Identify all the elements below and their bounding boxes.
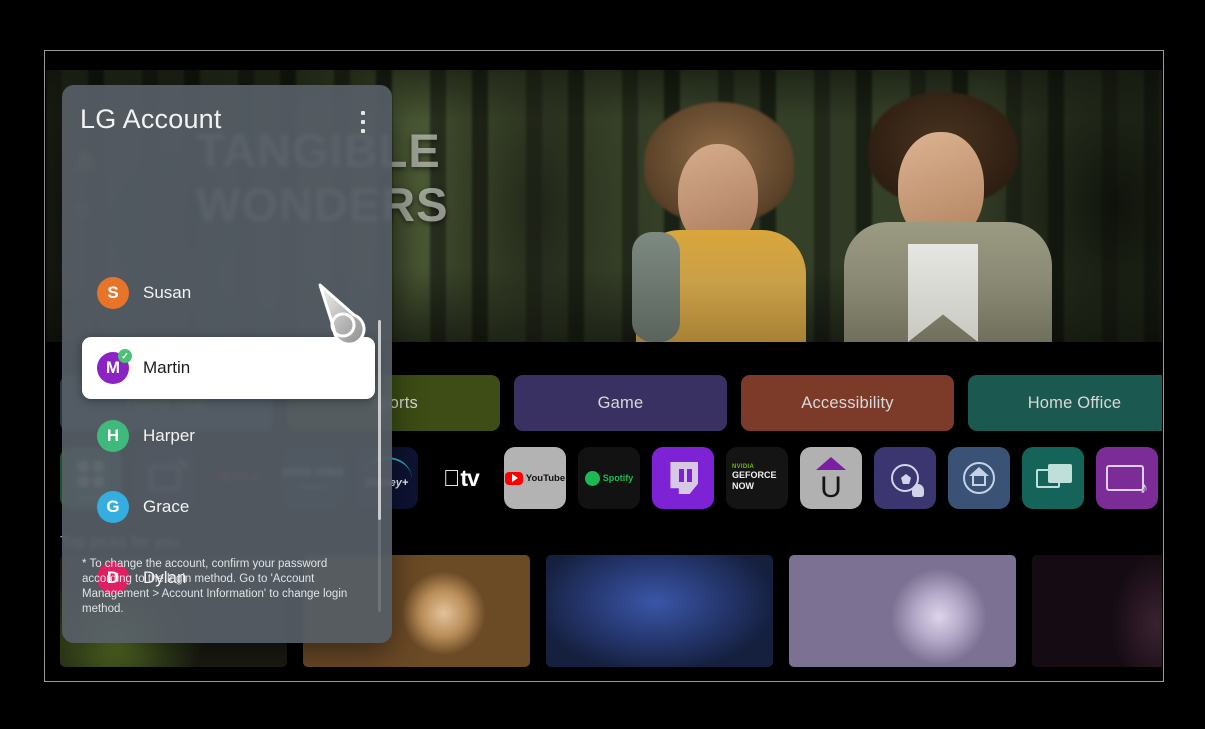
avatar: M ✓ <box>97 349 132 384</box>
category-tile-accessibility[interactable]: Accessibility <box>741 375 954 431</box>
category-label: Accessibility <box>801 393 894 412</box>
avatar-initial: H <box>106 426 120 445</box>
avatar-initial: G <box>106 497 120 516</box>
account-row-harper[interactable]: H Harper <box>82 409 374 463</box>
account-list-scrollbar[interactable] <box>378 320 381 612</box>
app-tile-youtube[interactable]: YouTube <box>504 447 566 509</box>
account-name: Susan <box>143 283 192 302</box>
music-note-icon: ♪ <box>1140 480 1148 497</box>
app-label: YouTube <box>525 472 566 484</box>
avatar-initial: S <box>107 283 119 302</box>
youtube-play-icon <box>504 471 523 485</box>
bell-badge-icon <box>912 484 924 497</box>
app-tile-sports-alert[interactable] <box>874 447 936 509</box>
app-tile-music-share[interactable]: ♪ <box>1096 447 1158 509</box>
more-vertical-icon[interactable] <box>354 109 372 135</box>
top-pick-eagle[interactable] <box>789 555 1016 667</box>
hero-person-woman <box>626 102 816 342</box>
avatar: G <box>97 491 129 523</box>
account-name: Martin <box>143 358 191 377</box>
top-pick-tavern-woman[interactable] <box>1032 555 1162 667</box>
account-panel-note: * To change the account, confirm your pa… <box>82 558 348 615</box>
avatar: S <box>97 277 129 309</box>
app-tile-home-iot[interactable] <box>948 447 1010 509</box>
category-tile-game[interactable]: Game <box>514 375 727 431</box>
account-row-martin[interactable]: M ✓ Martin <box>82 337 375 399</box>
app-tile-spotify[interactable]: Spotify <box>578 447 640 509</box>
ubisoft-swirl-icon <box>816 457 846 470</box>
app-tile-apple-tv[interactable]:  tv <box>430 447 492 509</box>
app-label: tv <box>451 464 479 491</box>
spotify-logo-icon <box>584 470 600 486</box>
active-account-check-icon: ✓ <box>118 349 132 363</box>
lg-account-panel: LG Account S Susan M ✓ Martin H Harper G… <box>62 85 392 643</box>
screen-share-secondary-icon <box>1048 464 1072 483</box>
avatar-initial: M <box>105 358 121 377</box>
top-pick-meadow[interactable] <box>546 555 773 667</box>
screenshot-root: TANGIBLE WONDERS Home Hub Sports Game Ac… <box>0 0 1205 729</box>
apple-logo-icon:  <box>443 466 460 490</box>
ubisoft-u-icon: U <box>820 471 842 504</box>
account-row-grace[interactable]: G Grace <box>82 480 374 534</box>
panel-title: LG Account <box>80 104 222 134</box>
hero-letterbox-top <box>46 52 1162 70</box>
avatar: H <box>97 420 129 452</box>
hero-person-man <box>836 92 1066 342</box>
app-label: Spotify <box>602 473 634 483</box>
category-label: Game <box>597 393 644 412</box>
app-tile-twitch[interactable] <box>652 447 714 509</box>
twitch-glitch-icon <box>670 462 698 494</box>
account-name: Grace <box>143 497 190 516</box>
category-label: Home Office <box>1027 393 1122 412</box>
account-list-scrollbar-thumb[interactable] <box>378 320 381 520</box>
app-tile-ubisoft[interactable]: U <box>800 447 862 509</box>
app-tile-screen-share[interactable] <box>1022 447 1084 509</box>
music-share-screen-icon <box>1106 465 1144 491</box>
category-tile-home-office[interactable]: Home Office <box>968 375 1162 431</box>
magic-remote-pointer <box>318 283 366 343</box>
app-label: GEFORCE NOW <box>732 470 777 491</box>
home-roof-icon <box>969 467 989 476</box>
app-tile-geforce-now[interactable]: NVIDIA GEFORCE NOW <box>726 447 788 509</box>
account-name: Harper <box>143 426 195 445</box>
account-list: S Susan M ✓ Martin H Harper G Grace D Dy… <box>62 168 392 594</box>
